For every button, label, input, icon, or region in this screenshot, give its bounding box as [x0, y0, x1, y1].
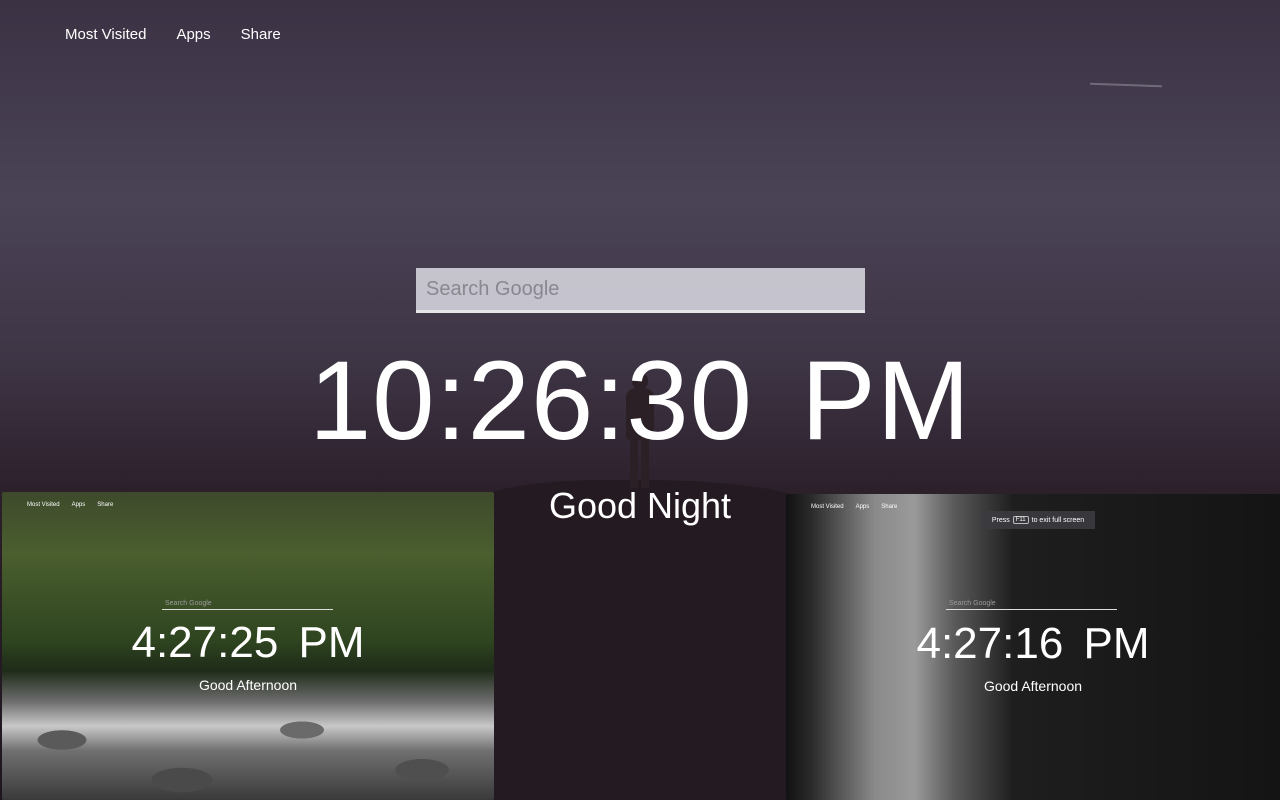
top-nav: Most Visited Apps Share: [65, 26, 281, 43]
clock-display: 10:26:30 PM: [308, 338, 972, 463]
thumbnail-nav-apps: Apps: [71, 502, 86, 508]
fullscreen-notice: Press F11 to exit full screen: [981, 511, 1095, 529]
thumbnail-clock: 4:27:16 PM: [916, 619, 1150, 668]
fullscreen-notice-text: to exit full screen: [1031, 516, 1085, 524]
thumbnail-nav-share: Share: [97, 502, 114, 508]
preview-thumbnail-waterfall[interactable]: Most Visited Apps Share Press F11 to exi…: [786, 494, 1280, 800]
search-input[interactable]: [416, 268, 865, 313]
thumbnail-nav-most-visited: Most Visited: [811, 504, 844, 510]
thumbnail-rocks: [2, 680, 494, 800]
thumbnail-search: Search Google: [946, 598, 1117, 610]
thumbnail-clock: 4:27:25 PM: [131, 618, 365, 667]
preview-thumbnail-forest[interactable]: Most Visited Apps Share Search Google 4:…: [2, 492, 494, 800]
new-tab-page: Most Visited Apps Share 10:26:30 PM Good…: [0, 0, 1280, 800]
sky-streak: [1089, 82, 1163, 88]
thumbnail-nav-most-visited: Most Visited: [27, 502, 60, 508]
thumbnail-search: Search Google: [162, 598, 333, 610]
thumbnail-greeting: Good Afternoon: [198, 677, 298, 693]
thumbnail-nav-share: Share: [881, 504, 898, 510]
thumbnail-greeting: Good Afternoon: [983, 678, 1083, 694]
thumbnail-nav: Most Visited Apps Share: [811, 504, 897, 510]
fullscreen-notice-press: Press: [991, 516, 1010, 524]
f11-key-icon: F11: [1012, 516, 1029, 524]
nav-apps[interactable]: Apps: [176, 26, 210, 43]
nav-share[interactable]: Share: [241, 26, 281, 43]
background-hill: [470, 480, 810, 800]
nav-most-visited[interactable]: Most Visited: [65, 26, 146, 43]
thumbnail-nav: Most Visited Apps Share: [27, 502, 113, 508]
thumbnail-nav-apps: Apps: [855, 504, 870, 510]
